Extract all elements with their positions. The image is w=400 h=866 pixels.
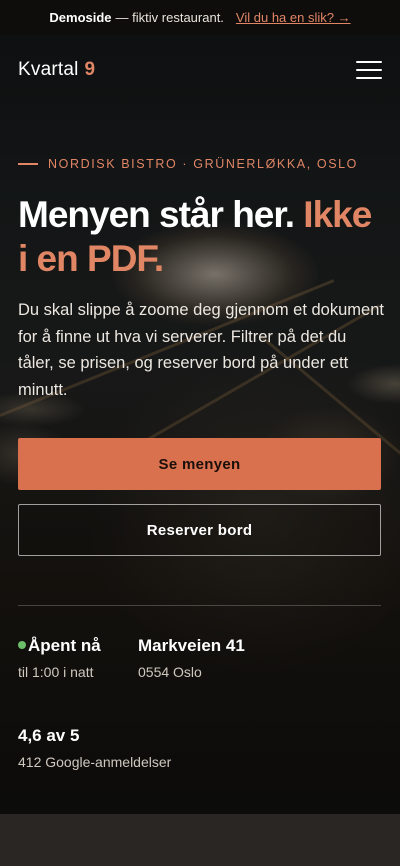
demo-banner-link[interactable]: Vil du ha en slik? → [236,10,351,25]
divider [18,605,381,606]
page-title: Menyen står her. Ikke i en PDF. [18,193,382,281]
address-street: Markveien 41 [138,636,245,655]
hero-description: Du skal slippe å zoome deg gjennom et do… [18,301,384,399]
bottom-section [0,814,400,866]
reserve-table-button[interactable]: Reserver bord [18,504,381,556]
open-status-title: Åpent nå [28,636,101,655]
rating: 4,6 av 5 412 Google-anmeldelser [18,726,171,770]
see-menu-button[interactable]: Se menyen [18,438,381,490]
open-status-dot-icon [18,640,26,649]
logo-number: 9 [84,59,96,80]
rating-count: 412 Google-anmeldelser [18,754,172,770]
hero-overlay [0,34,400,814]
eyebrow-line [18,163,38,165]
opening-hours: Åpent nå til 1:00 i natt [18,636,101,680]
logo-name: Kvartal [18,59,79,80]
open-status-sub: til 1:00 i natt [18,664,94,680]
address: Markveien 41 0554 Oslo [138,636,245,680]
eyebrow-text: NORDISK BISTRO · GRÜNERLØKKA, OSLO [48,157,359,171]
hero-section [0,34,400,814]
demo-banner-note: — fiktiv restaurant. [115,9,224,25]
hero-eyebrow: NORDISK BISTRO · GRÜNERLØKKA, OSLO [18,157,358,171]
hamburger-menu-icon[interactable] [356,61,382,79]
demo-banner-brand: Demoside [49,9,112,25]
demo-banner: Demoside — fiktiv restaurant. Vil du ha … [0,0,400,34]
address-postcode: 0554 Oslo [138,664,202,680]
title-main: Menyen står her. [18,194,295,235]
logo[interactable]: Kvartal 9 [18,59,95,81]
rating-score: 4,6 av 5 [18,726,80,745]
site-header: Kvartal 9 [18,58,382,82]
